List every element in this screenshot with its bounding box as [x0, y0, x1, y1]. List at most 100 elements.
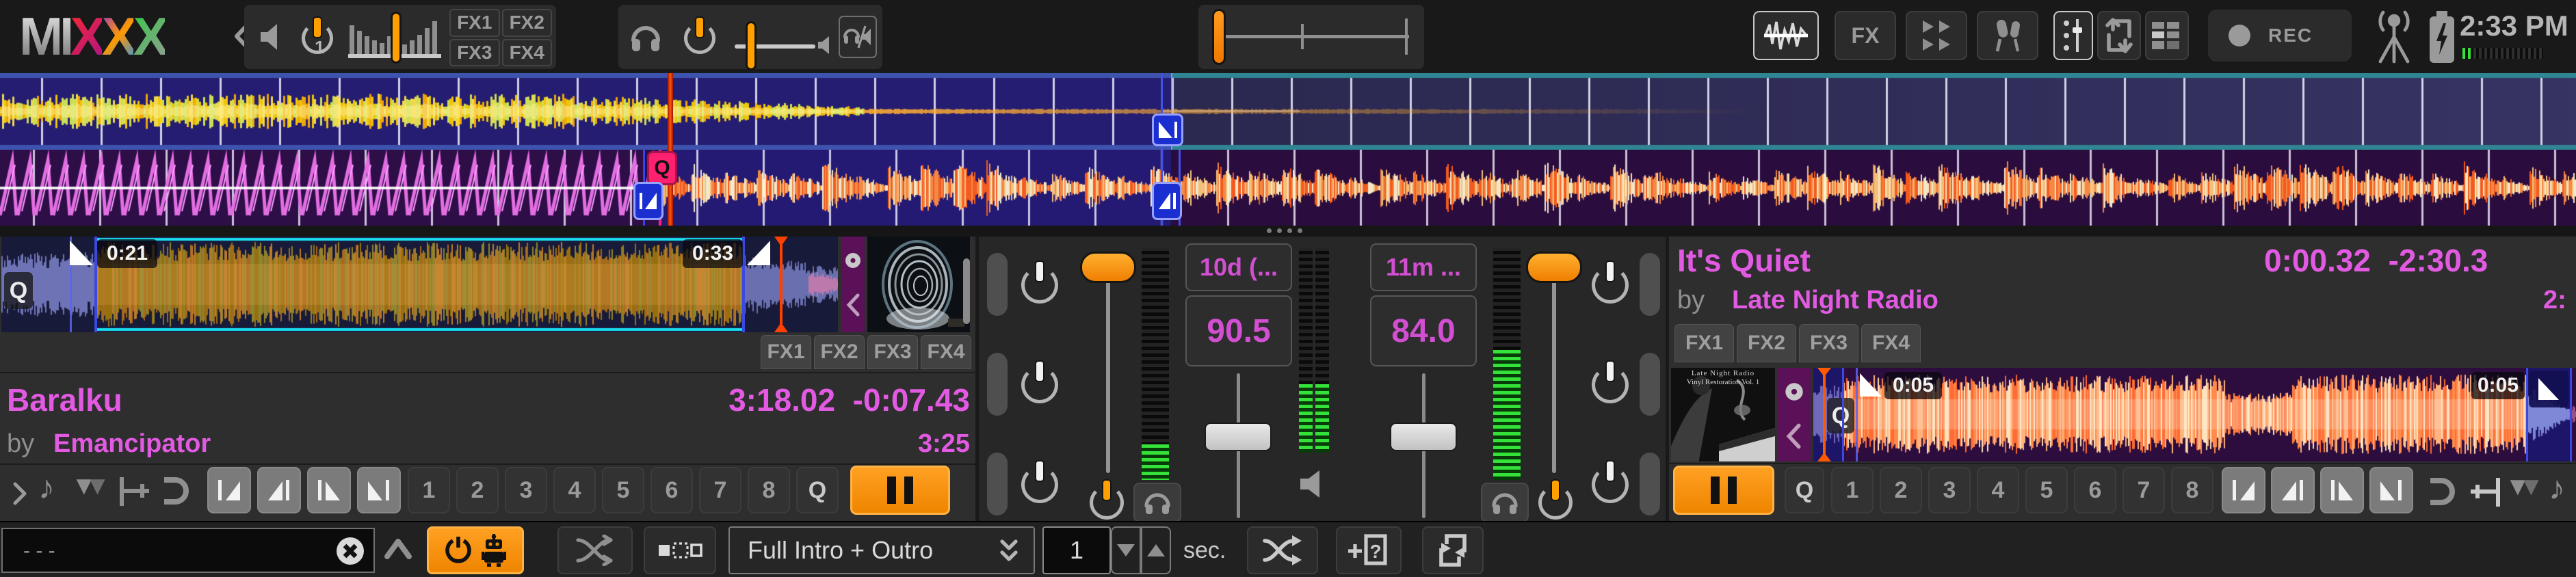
deck1-expand-chevron-icon[interactable] — [10, 480, 29, 507]
deck2-volume-fader-handle[interactable] — [1526, 252, 1582, 283]
deck2-key-note-icon[interactable]: ♪ — [2549, 470, 2565, 507]
mic-fx1-button[interactable]: FX1 — [449, 9, 500, 37]
repeat-playlist-button[interactable] — [1422, 526, 1484, 574]
deck1-hotcue-3[interactable]: 3 — [505, 467, 547, 513]
effects-button[interactable]: FX — [1835, 11, 1896, 60]
mic-gain-knob[interactable]: 1 — [302, 23, 333, 54]
search-box[interactable] — [1, 528, 375, 573]
deck2-overview[interactable]: Q 0:05 0:05 — [1813, 368, 2576, 461]
deck1-fx3-button[interactable]: FX3 — [867, 335, 918, 369]
deck2-filter-knob[interactable] — [1538, 485, 1573, 520]
deck1-eq-low-knob[interactable] — [1021, 466, 1058, 503]
deck1-eq-mid-knob[interactable] — [1021, 366, 1058, 403]
deck1-hotcue-5[interactable]: 5 — [602, 467, 644, 513]
deck1-hotcue-1[interactable]: 1 — [408, 467, 450, 513]
add-random-track-button[interactable]: ? — [1336, 526, 1402, 574]
deck2-outro-start-button[interactable] — [2320, 467, 2364, 513]
deck1-quantize-button[interactable]: Q — [796, 467, 839, 513]
crossfader-handle[interactable] — [1212, 9, 1226, 65]
deck1-outro-end-button[interactable] — [357, 467, 401, 513]
deck1-play-pause-button[interactable] — [850, 466, 950, 515]
record-button[interactable]: REC — [2208, 10, 2352, 62]
deck1-hotcue-7[interactable]: 7 — [699, 467, 741, 513]
deck1-key-display[interactable]: 10d (... — [1185, 243, 1292, 291]
deck1-album-art[interactable] — [867, 237, 970, 332]
split-cue-button[interactable] — [839, 16, 877, 58]
samplers-button[interactable] — [1906, 11, 1967, 60]
deck2-eq-low-knob[interactable] — [1592, 466, 1629, 503]
seconds-decrement-button[interactable] — [1111, 526, 1141, 574]
deck1-outro-end-marker[interactable] — [1152, 113, 1183, 146]
deck2-hotcue-2[interactable]: 2 — [1880, 467, 1922, 513]
deck2-hotcue-7[interactable]: 7 — [2122, 467, 2165, 513]
deck1-intro-end-button[interactable] — [257, 467, 301, 513]
deck2-beatjump-triangles-icon[interactable]: ▼▼ — [2505, 472, 2532, 502]
deck1-overview[interactable]: 0:21 0:33 Q — [1, 237, 838, 332]
shuffle-button[interactable] — [1247, 526, 1318, 574]
collapse-deck-chevron-icon[interactable] — [845, 293, 860, 317]
deck1-key-note-icon[interactable]: ♪ — [38, 469, 55, 507]
transition-mode-icon-button[interactable] — [644, 526, 716, 574]
deck2-intro-end-marker[interactable] — [1152, 182, 1182, 220]
deck1-filter-knob[interactable] — [1090, 485, 1124, 520]
deck2-eq-high-knob[interactable] — [1592, 267, 1629, 304]
loop-panel-button[interactable] — [2097, 11, 2141, 60]
waveform-view-button[interactable] — [1753, 11, 1819, 60]
library-panel-button[interactable] — [2145, 11, 2189, 60]
transition-seconds-field[interactable]: 1 — [1042, 526, 1111, 574]
mic-fx3-button[interactable]: FX3 — [449, 39, 500, 67]
deck1-eq-high-kill[interactable] — [987, 253, 1008, 316]
deck2-hotcue-6[interactable]: 6 — [2074, 467, 2116, 513]
deck1-intro-start-button[interactable] — [207, 467, 251, 513]
deck2-eq-mid-knob[interactable] — [1592, 366, 1629, 403]
deck1-pitch-fader-handle[interactable] — [1205, 422, 1272, 451]
splitter-handle-icon[interactable] — [1267, 228, 1302, 233]
deck1-pfl-button[interactable] — [1133, 483, 1181, 522]
deck1-volume-fader-handle[interactable] — [1080, 252, 1136, 283]
deck1-volume-fader-track[interactable] — [1106, 275, 1110, 473]
deck2-eq-high-kill[interactable] — [1640, 253, 1660, 316]
deck1-hotcue-8[interactable]: 8 — [748, 467, 790, 513]
deck2-bpm-display[interactable]: 84.0 — [1370, 295, 1477, 366]
deck1-eq-low-kill[interactable] — [987, 453, 1008, 515]
deck2-fx1-button[interactable]: FX1 — [1674, 324, 1734, 362]
deck2-pitch-fader-handle[interactable] — [1390, 422, 1457, 451]
deck2-eq-low-kill[interactable] — [1640, 453, 1660, 515]
deck1-beatgrid-icon[interactable] — [116, 474, 155, 509]
headphone-gain-knob[interactable] — [684, 23, 715, 54]
deck1-fx4-button[interactable]: FX4 — [921, 335, 971, 369]
broadcast-antenna-icon[interactable] — [2368, 7, 2420, 67]
deck2-key-display[interactable]: 11m ... — [1370, 243, 1477, 291]
deck2-slip-icon[interactable] — [2425, 477, 2459, 507]
deck2-hotcue-1[interactable]: 1 — [1831, 467, 1874, 513]
deck2-hotcue-3[interactable]: 3 — [1928, 467, 1971, 513]
headphone-mix-handle[interactable] — [746, 21, 757, 70]
headphone-mix-slider[interactable] — [735, 20, 830, 61]
deck1-fx1-button[interactable]: FX1 — [761, 335, 811, 369]
mic-fx4-button[interactable]: FX4 — [502, 39, 553, 67]
deck1-eq-mid-kill[interactable] — [987, 353, 1008, 416]
deck2-waveform[interactable] — [0, 150, 2576, 226]
deck1-bpm-display[interactable]: 90.5 — [1185, 295, 1292, 366]
deck1-waveform[interactable] — [0, 73, 2576, 150]
deck2-beatgrid-icon[interactable] — [2465, 475, 2503, 509]
microphones-button[interactable] — [1977, 11, 2038, 60]
deck1-hotcue-2[interactable]: 2 — [456, 467, 499, 513]
mic-ducking-slider[interactable] — [391, 12, 402, 64]
maximize-library-chevron-icon[interactable] — [382, 535, 415, 565]
deck2-cue-marker[interactable]: Q — [647, 151, 677, 185]
deck2-quantize-button[interactable]: Q — [1785, 467, 1824, 513]
deck2-album-art[interactable]: Late Night Radio Vinyl Restoration Vol. … — [1671, 368, 1775, 461]
eject-icon[interactable] — [1784, 381, 1804, 402]
clear-search-icon[interactable] — [335, 536, 365, 566]
search-input[interactable] — [22, 529, 312, 573]
deck2-fx2-button[interactable]: FX2 — [1737, 324, 1796, 362]
deck2-play-pause-button[interactable] — [1673, 466, 1774, 515]
autodj-fade-now-button[interactable] — [557, 526, 633, 574]
deck2-pfl-button[interactable] — [1481, 483, 1529, 522]
deck2-outro-end-button[interactable] — [2369, 467, 2413, 513]
seconds-increment-button[interactable] — [1141, 526, 1171, 574]
deck1-hotcue-4[interactable]: 4 — [553, 467, 596, 513]
deck2-intro-start-marker[interactable] — [633, 182, 663, 220]
deck2-hotcue-4[interactable]: 4 — [1977, 467, 2019, 513]
